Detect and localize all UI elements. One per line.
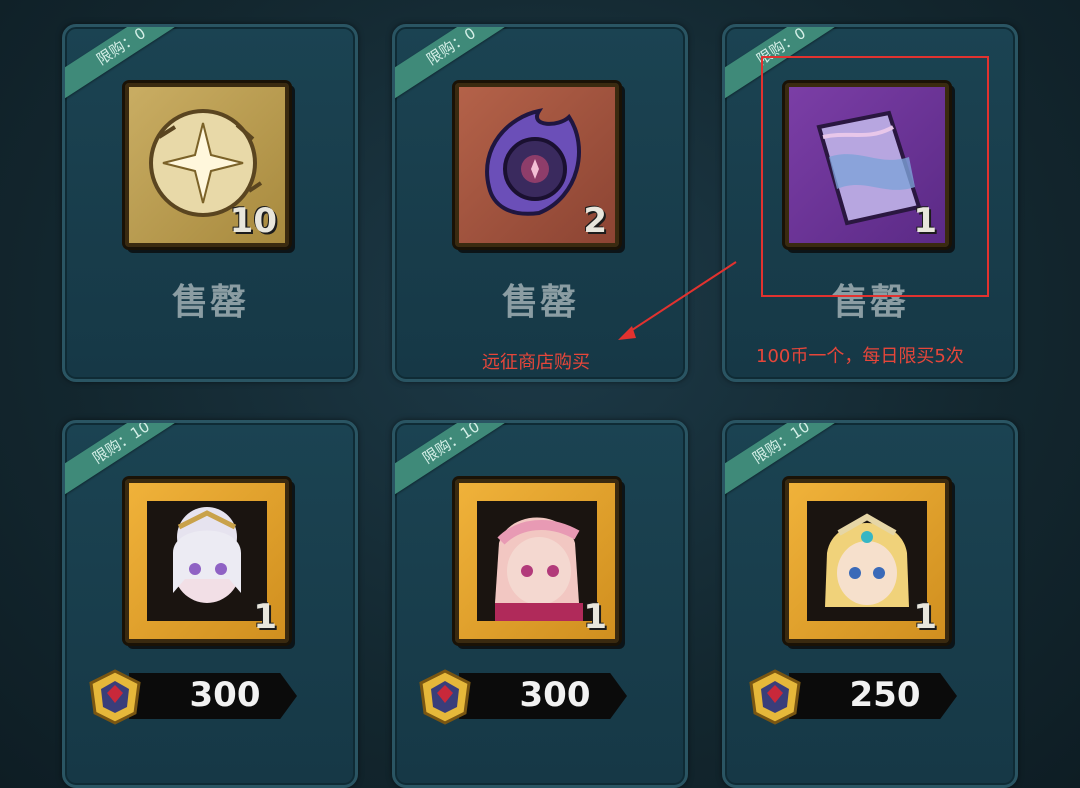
item-quantity: 1 bbox=[913, 597, 937, 637]
shop-card-3[interactable]: 限购：0 1 售罄 bbox=[722, 24, 1018, 382]
annotation-price-note: 100币一个，每日限买5次 bbox=[756, 346, 964, 367]
expedition-coin-icon bbox=[749, 669, 801, 725]
price-tag: 250 bbox=[745, 667, 995, 727]
shop-card-1[interactable]: 限购：0 10 售罄 bbox=[62, 24, 358, 382]
item-quantity: 1 bbox=[913, 201, 937, 241]
price-value: 250 bbox=[849, 675, 921, 715]
sold-out-label: 售罄 bbox=[501, 282, 578, 323]
item-slot[interactable]: 10 bbox=[125, 83, 289, 247]
expedition-coin-icon bbox=[419, 669, 471, 725]
expedition-coin-icon bbox=[89, 669, 141, 725]
shop-card-5[interactable]: 限购：10 1 300 bbox=[392, 420, 688, 788]
item-slot[interactable]: 2 bbox=[455, 83, 619, 247]
price-tag: 300 bbox=[415, 667, 665, 727]
item-slot[interactable]: 1 bbox=[455, 479, 619, 643]
shop-card-4[interactable]: 限购：10 1 300 bbox=[62, 420, 358, 788]
item-slot[interactable]: 1 bbox=[785, 83, 949, 247]
price-value: 300 bbox=[189, 675, 261, 715]
price-value: 300 bbox=[519, 675, 591, 715]
annotation-expedition-note: 远征商店购买 bbox=[482, 352, 590, 373]
item-slot[interactable]: 1 bbox=[785, 479, 949, 643]
sold-out-label: 售罄 bbox=[831, 282, 908, 323]
item-quantity: 1 bbox=[253, 597, 277, 637]
item-slot[interactable]: 1 bbox=[125, 479, 289, 643]
item-quantity: 10 bbox=[229, 201, 277, 241]
shop-card-2[interactable]: 限购：0 2 售罄 bbox=[392, 24, 688, 382]
item-quantity: 1 bbox=[583, 597, 607, 637]
sold-out-label: 售罄 bbox=[171, 282, 248, 323]
shop-card-6[interactable]: 限购：10 1 250 bbox=[722, 420, 1018, 788]
item-quantity: 2 bbox=[583, 201, 607, 241]
price-tag: 300 bbox=[85, 667, 335, 727]
